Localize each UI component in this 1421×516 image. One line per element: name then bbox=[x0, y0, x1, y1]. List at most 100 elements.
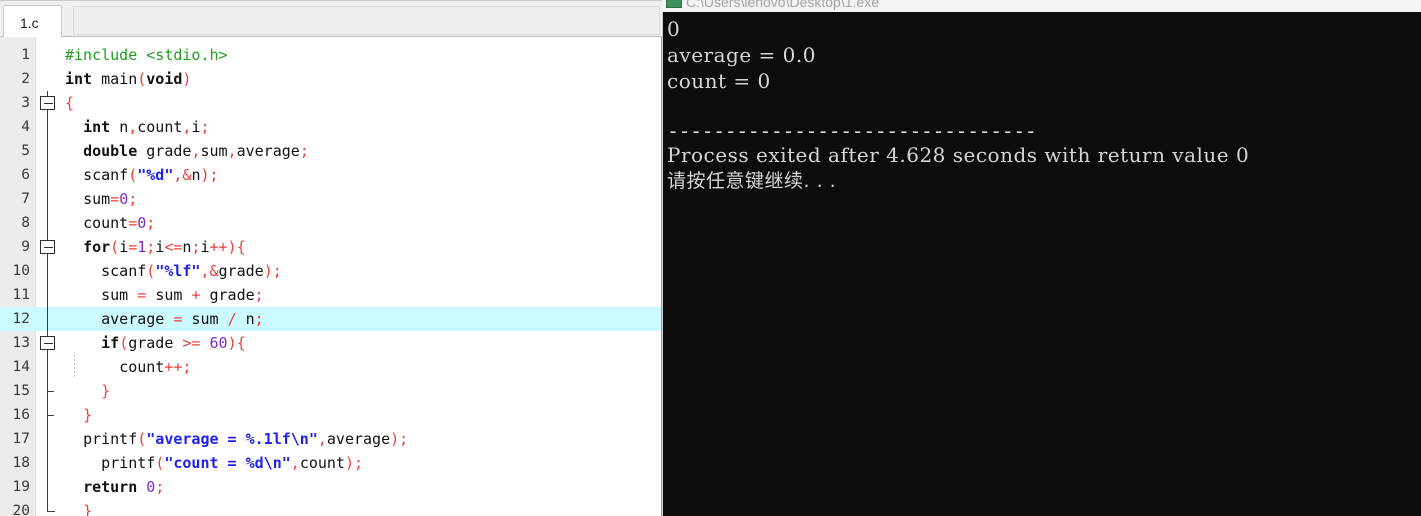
console-output-line: Process exited after 4.628 seconds with … bbox=[667, 143, 1250, 167]
line-number: 20 bbox=[12, 503, 30, 516]
fold-collapse-icon[interactable] bbox=[36, 91, 61, 115]
code-text: } bbox=[83, 406, 93, 424]
line-number: 4 bbox=[21, 119, 30, 135]
line-number: 14 bbox=[12, 359, 30, 375]
code-line[interactable]: 4 int n,count,i; bbox=[0, 115, 661, 139]
code-text: scanf("%d",&n); bbox=[83, 166, 219, 184]
code-text: if(grade >= 60){ bbox=[101, 334, 246, 352]
fold-guide bbox=[36, 499, 61, 516]
code-line[interactable]: 5 double grade,sum,average; bbox=[0, 139, 661, 163]
code-text: sum=0; bbox=[83, 190, 138, 208]
code-text: int main(void) bbox=[65, 70, 192, 88]
fold-guide bbox=[36, 115, 61, 139]
code-text: } bbox=[101, 382, 111, 400]
code-text: #include <stdio.h> bbox=[65, 46, 228, 64]
line-number: 19 bbox=[12, 479, 30, 495]
code-text: count++; bbox=[119, 358, 192, 376]
line-number: 12 bbox=[12, 311, 30, 327]
fold-guide bbox=[36, 211, 61, 235]
fold-guide bbox=[36, 283, 61, 307]
code-line[interactable]: 15 } bbox=[0, 379, 661, 403]
code-line[interactable]: 7 sum=0; bbox=[0, 187, 661, 211]
line-number: 1 bbox=[21, 47, 30, 63]
line-number: 2 bbox=[21, 71, 30, 87]
code-line[interactable]: 10 scanf("%lf",&grade); bbox=[0, 259, 661, 283]
code-line[interactable]: 13 if(grade >= 60){ bbox=[0, 331, 661, 355]
tab-strip: 1.c bbox=[3, 4, 62, 40]
line-number: 5 bbox=[21, 143, 30, 159]
fold-guide bbox=[36, 307, 61, 331]
fold-guide bbox=[36, 43, 61, 67]
code-text: } bbox=[83, 502, 93, 516]
code-line[interactable]: 16 } bbox=[0, 403, 661, 427]
code-text: for(i=1;i<=n;i++){ bbox=[83, 238, 246, 256]
code-line[interactable]: 11 sum = sum + grade; bbox=[0, 283, 661, 307]
code-editor-pane: 1.c 1 #include <stdio.h> 2 int main(void) 3{… bbox=[0, 0, 662, 516]
ide-and-console-window: 1.c 1 #include <stdio.h> 2 int main(void) 3{… bbox=[0, 0, 1421, 516]
console-title-text: C:\Users\lenovo\Desktop\1.exe bbox=[686, 0, 879, 10]
code-line[interactable]: 19 return 0; bbox=[0, 475, 661, 499]
fold-guide bbox=[36, 187, 61, 211]
fold-guide bbox=[36, 139, 61, 163]
fold-collapse-icon[interactable] bbox=[36, 331, 61, 355]
line-number: 17 bbox=[12, 431, 30, 447]
line-number: 6 bbox=[21, 167, 30, 183]
fold-guide bbox=[36, 427, 61, 451]
fold-guide bbox=[36, 475, 61, 499]
code-text: printf("count = %d\n",count); bbox=[101, 454, 364, 472]
tab-label: 1.c bbox=[20, 15, 39, 31]
fold-guide bbox=[36, 379, 61, 403]
line-number: 10 bbox=[12, 263, 30, 279]
code-text: sum = sum + grade; bbox=[101, 286, 264, 304]
code-text-area[interactable]: 1 #include <stdio.h> 2 int main(void) 3{4 in… bbox=[0, 37, 661, 516]
console-output-line: 请按任意键继续. . . bbox=[667, 170, 837, 192]
code-text: average = sum / n; bbox=[101, 310, 264, 328]
editor-tab-bar: 1.c bbox=[0, 0, 662, 40]
line-number: 18 bbox=[12, 455, 30, 471]
console-output-line: 0 bbox=[667, 17, 681, 41]
tab-bar-empty-area bbox=[73, 6, 660, 35]
line-number: 16 bbox=[12, 407, 30, 423]
line-number: 7 bbox=[21, 191, 30, 207]
code-text: count=0; bbox=[83, 214, 156, 232]
indent-guide bbox=[74, 355, 75, 379]
code-line[interactable]: 18 printf("count = %d\n",count); bbox=[0, 451, 661, 475]
code-line[interactable]: 2 int main(void) bbox=[0, 67, 661, 91]
code-text: double grade,sum,average; bbox=[83, 142, 309, 160]
console-output-line: count = 0 bbox=[667, 69, 771, 93]
code-text: printf("average = %.1lf\n",average); bbox=[83, 430, 409, 448]
code-line[interactable]: 12 average = sum / n; bbox=[0, 307, 661, 331]
fold-guide bbox=[36, 259, 61, 283]
line-number: 15 bbox=[12, 383, 30, 399]
code-line[interactable]: 17 printf("average = %.1lf\n",average); bbox=[0, 427, 661, 451]
console-window-icon bbox=[666, 0, 682, 8]
code-line[interactable]: 14 count++; bbox=[0, 355, 661, 379]
fold-guide bbox=[36, 355, 61, 379]
code-line[interactable]: 1 #include <stdio.h> bbox=[0, 43, 661, 67]
fold-guide bbox=[36, 67, 61, 91]
tab-1-c[interactable]: 1.c bbox=[3, 5, 62, 40]
fold-collapse-icon[interactable] bbox=[36, 235, 61, 259]
line-number: 8 bbox=[21, 215, 30, 231]
line-number: 3 bbox=[21, 95, 30, 111]
line-number: 9 bbox=[21, 239, 30, 255]
console-window[interactable]: C:\Users\lenovo\Desktop\1.exe 0 average =… bbox=[662, 0, 1421, 516]
console-output: 0 average = 0.0 count = 0 ----------------… bbox=[662, 12, 1421, 516]
code-line[interactable]: 6 scanf("%d",&n); bbox=[0, 163, 661, 187]
code-line[interactable]: 20 } bbox=[0, 499, 661, 516]
code-line[interactable]: 9 for(i=1;i<=n;i++){ bbox=[0, 235, 661, 259]
code-text: return 0; bbox=[83, 478, 165, 496]
line-number: 13 bbox=[12, 335, 30, 351]
code-text: scanf("%lf",&grade); bbox=[101, 262, 282, 280]
code-line[interactable]: 8 count=0; bbox=[0, 211, 661, 235]
fold-guide bbox=[36, 403, 61, 427]
fold-guide bbox=[36, 451, 61, 475]
code-text: { bbox=[65, 94, 75, 112]
code-text: int n,count,i; bbox=[83, 118, 210, 136]
code-line[interactable]: 3{ bbox=[0, 91, 661, 115]
console-output-line: average = 0.0 bbox=[667, 43, 816, 67]
console-title-bar[interactable]: C:\Users\lenovo\Desktop\1.exe bbox=[662, 0, 1421, 12]
fold-guide bbox=[36, 163, 61, 187]
console-separator: -------------------------------- bbox=[667, 119, 1037, 143]
